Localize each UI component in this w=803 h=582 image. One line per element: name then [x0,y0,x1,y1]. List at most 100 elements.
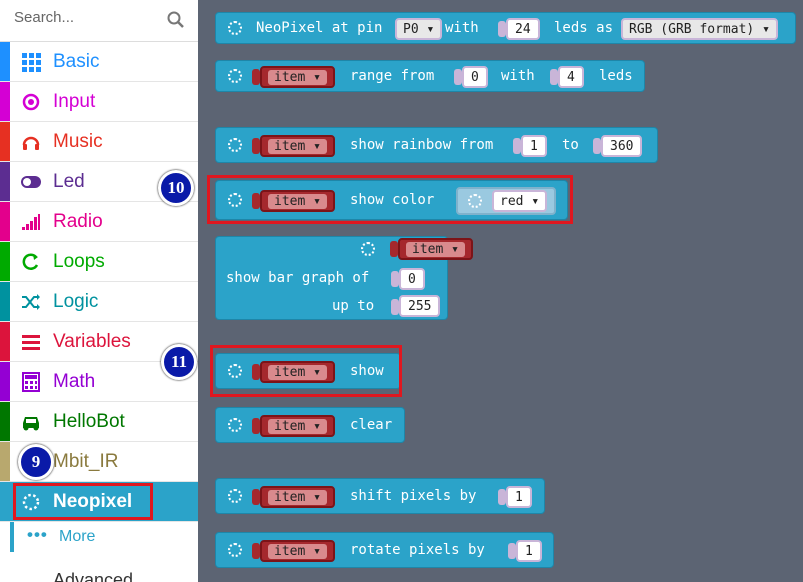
category-music[interactable]: Music [0,122,198,162]
block-text: clear [350,417,393,433]
block-text: with [445,20,479,36]
category-color-bar [0,82,10,121]
rainbow-to-input[interactable]: 360 [601,135,643,157]
range-from-input[interactable]: 0 [462,66,488,88]
calculator-icon [22,372,40,392]
headphones-icon [22,136,40,150]
rainbow-from-input[interactable]: 1 [521,135,547,157]
variable-socket-tab [390,241,398,257]
category-label: Music [53,131,103,152]
mode-dropdown[interactable]: RGB (GRB format) ▾ [621,18,778,40]
neopixel-block-icon [361,242,375,256]
variable-socket-tab [252,138,260,154]
block-text: range from [350,68,435,84]
category-color-bar [0,282,10,321]
neopixel-block-icon [228,69,242,83]
variable-name: item [274,70,306,85]
category-label: Math [53,371,96,392]
input-socket-tab [498,489,506,505]
category-basic[interactable]: Basic [0,42,198,82]
rotate-pixels-block[interactable]: item ▾ rotate pixels by 1 [215,532,554,568]
variable-name: item [274,544,306,559]
bar-graph-max-input[interactable]: 255 [399,295,441,317]
category-label: Input [53,91,96,112]
category-label: HelloBot [53,411,125,432]
dropdown-arrow-icon: ▾ [426,22,435,37]
variable-name: item [274,139,306,154]
range-block[interactable]: item ▾ range from 0 with 4 leds [215,60,645,92]
neopixel-block-icon [228,489,242,503]
block-text: leds as [554,20,614,36]
clear-block[interactable]: item ▾ clear [215,407,405,443]
category-radio[interactable]: Radio [0,202,198,242]
dropdown-arrow-icon: ▾ [313,139,321,154]
toggle-icon [21,176,41,188]
category-color-bar [0,122,10,161]
search-box[interactable]: Search... [0,0,198,42]
category-label: Radio [53,211,103,232]
pin-dropdown[interactable]: P0 ▾ [395,18,443,40]
item-variable-dropdown[interactable]: item ▾ [260,415,335,437]
block-text: shift pixels by [350,488,477,504]
item-variable-dropdown[interactable]: item ▾ [260,540,335,562]
advanced-label: Advanced [53,570,134,582]
more-label: More [59,528,96,545]
input-socket-tab [593,138,601,154]
step-badge-10: 10 [158,170,194,206]
category-label: Variables [53,331,131,352]
neopixel-block-icon [228,138,242,152]
shift-pixels-block[interactable]: item ▾ shift pixels by 1 [215,478,545,514]
grid-icon [22,53,41,72]
dropdown-arrow-icon: ▾ [313,544,321,559]
led-count-input[interactable]: 24 [506,18,540,40]
search-input[interactable]: Search... [14,9,74,26]
pin-value: P0 [403,22,419,37]
step-badge-11: 11 [161,344,197,380]
chevron-down-icon: ⌄ [20,573,34,582]
category-color-bar [0,442,10,481]
highlight-box-neopixel [13,483,153,520]
input-socket-tab [513,138,521,154]
shift-amount-input[interactable]: 1 [506,486,532,508]
category-loops[interactable]: Loops [0,242,198,282]
neopixel-create-block[interactable]: NeoPixel at pin P0 ▾ with 24 leds as RGB… [215,12,796,44]
category-logic[interactable]: Logic [0,282,198,322]
dropdown-arrow-icon: ▾ [313,490,321,505]
variable-name: item [274,419,306,434]
item-variable-dropdown[interactable]: item ▾ [260,486,335,508]
dropdown-arrow-icon: ▾ [762,22,770,37]
show-bar-graph-block[interactable]: item ▾ show bar graph of 0 up to 255 [215,236,473,320]
category-more[interactable]: ••• More [0,522,198,552]
rotate-amount-input[interactable]: 1 [516,540,542,562]
input-socket-tab [498,21,506,37]
item-variable-dropdown[interactable]: item ▾ [398,238,473,260]
blocks-workspace: NeoPixel at pin P0 ▾ with 24 leds as RGB… [198,0,803,582]
variable-name: item [274,490,306,505]
mode-value: RGB (GRB format) [629,22,755,37]
input-socket-tab [550,69,558,85]
item-variable-dropdown[interactable]: item ▾ [260,135,335,157]
highlight-box-show [210,345,402,397]
category-color-bar [0,162,10,201]
category-input[interactable]: Input [0,82,198,122]
show-rainbow-block[interactable]: item ▾ show rainbow from 1 to 360 [215,127,658,163]
item-variable-dropdown[interactable]: item ▾ [260,66,335,88]
category-hellobot[interactable]: HelloBot [0,402,198,442]
category-color-bar [0,402,10,441]
input-circle-icon [22,93,40,111]
block-text: with [501,68,535,84]
category-color-bar [0,42,10,81]
loop-arrow-icon [22,253,39,270]
category-color-bar [0,362,10,401]
list-lines-icon [22,335,40,350]
neopixel-block-icon [228,543,242,557]
variable-name: item [412,242,444,257]
category-advanced[interactable]: ⌄ Advanced [0,567,198,582]
block-text: leds [599,68,633,84]
bar-graph-value-input[interactable]: 0 [399,268,425,290]
highlight-box-show-color [207,175,573,224]
range-count-input[interactable]: 4 [558,66,584,88]
car-icon [23,417,39,431]
dropdown-arrow-icon: ▾ [313,419,321,434]
search-icon[interactable] [166,10,186,30]
